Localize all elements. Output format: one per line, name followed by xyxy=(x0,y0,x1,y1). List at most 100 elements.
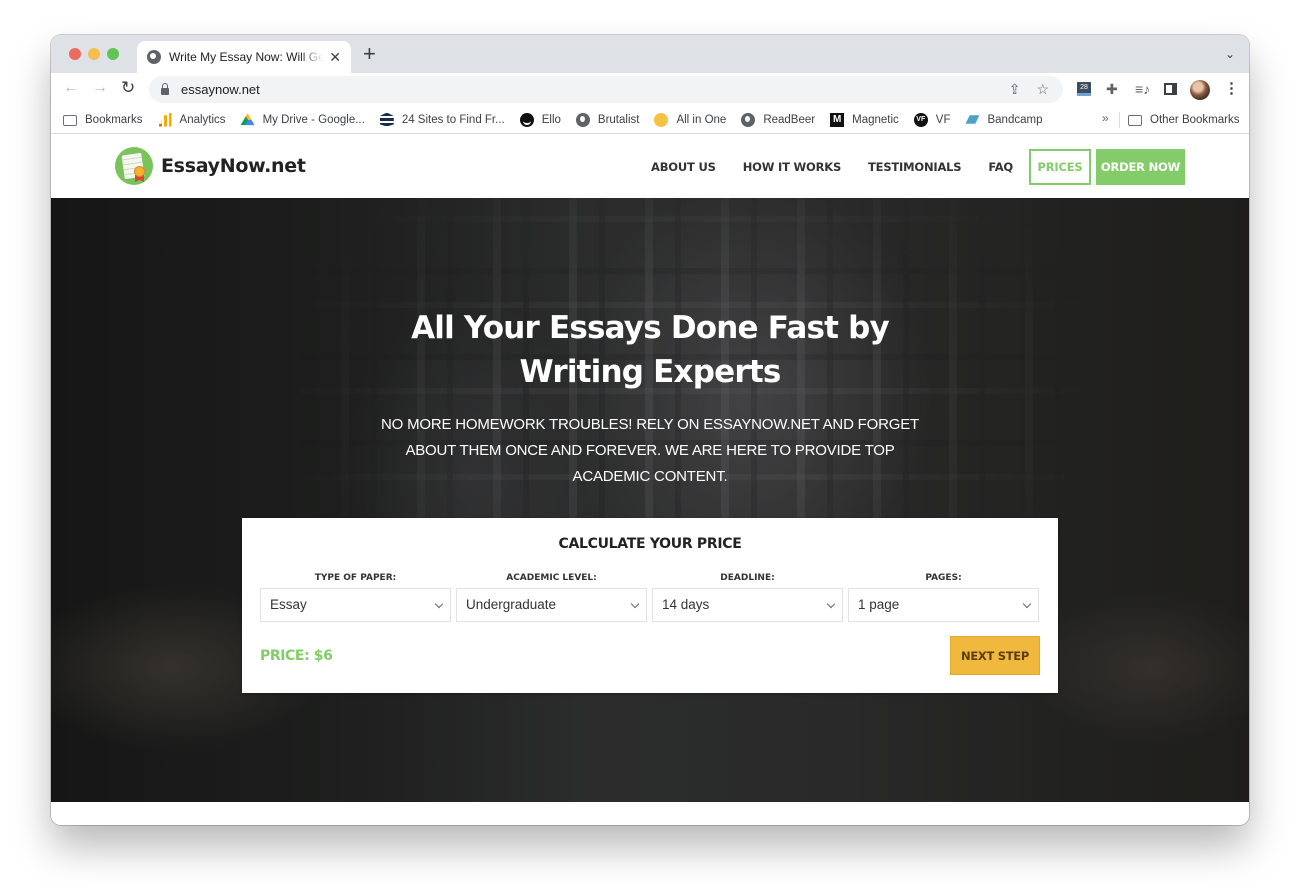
bookmark-label: 24 Sites to Find Fr... xyxy=(401,113,505,126)
price-display: PRICE: $6 xyxy=(260,648,333,664)
stack-icon xyxy=(379,112,394,127)
tab-search-chevron-icon[interactable]: ⌄ xyxy=(1225,47,1235,61)
url-text[interactable]: essaynow.net xyxy=(181,82,260,97)
field-label: ACADEMIC LEVEL: xyxy=(506,573,597,583)
browser-toolbar: ← → ↻ essaynow.net ⇪ ☆ 28 ✚ ≡♪ ⋮ xyxy=(51,73,1249,106)
bookmark-24-sites[interactable]: 24 Sites to Find Fr... xyxy=(379,112,505,127)
nav-how-it-works[interactable]: HOW IT WORKS xyxy=(743,160,842,174)
tab-title: Write My Essay Now: Will Get an A+ xyxy=(169,50,324,64)
field-label: TYPE OF PAPER: xyxy=(314,573,397,583)
bookmarks-bar: Bookmarks Analytics My Drive - Google...… xyxy=(51,106,1249,134)
more-menu-icon[interactable]: ⋮ xyxy=(1224,79,1239,97)
calendar-extension-icon[interactable]: 28 xyxy=(1077,82,1091,96)
bookmark-bandcamp[interactable]: Bandcamp xyxy=(965,113,1042,127)
select-value: 1 page xyxy=(858,597,900,612)
select-value: Undergraduate xyxy=(466,597,557,612)
media-control-icon[interactable]: ≡♪ xyxy=(1135,81,1150,97)
bookmark-all-in-one[interactable]: All in One xyxy=(654,112,727,127)
share-icon[interactable]: ⇪ xyxy=(1009,81,1021,98)
reload-icon[interactable]: ↻ xyxy=(121,78,135,98)
side-panel-icon[interactable] xyxy=(1164,83,1177,95)
hero-section: All Your Essays Done Fast by Writing Exp… xyxy=(51,198,1249,802)
bookmark-label: Bookmarks xyxy=(85,113,143,126)
back-arrow-icon[interactable]: ← xyxy=(63,79,79,97)
new-tab-button[interactable]: + xyxy=(363,43,376,65)
bookmark-analytics[interactable]: Analytics xyxy=(157,112,226,127)
bookmark-bookmarks[interactable]: Bookmarks xyxy=(63,114,143,126)
academic-level-select[interactable]: Undergraduate xyxy=(456,588,647,622)
all-in-one-icon xyxy=(654,112,669,127)
calculator-fields: TYPE OF PAPER: Essay ACADEMIC LEVEL: Und… xyxy=(260,573,1039,622)
site-logo[interactable]: EssayNow.net xyxy=(115,147,306,185)
chevron-down-icon xyxy=(630,599,640,609)
bandcamp-icon xyxy=(965,115,980,124)
select-value: 14 days xyxy=(662,597,710,612)
next-step-button[interactable]: NEXT STEP xyxy=(950,636,1040,675)
site-header: EssayNow.net ABOUT US HOW IT WORKS TESTI… xyxy=(51,135,1249,198)
close-tab-icon[interactable]: ✕ xyxy=(329,49,341,66)
forward-arrow-icon[interactable]: → xyxy=(92,79,108,97)
price-calculator: CALCULATE YOUR PRICE TYPE OF PAPER: Essa… xyxy=(242,518,1058,693)
extensions-puzzle-icon[interactable]: ✚ xyxy=(1106,81,1118,98)
bookmarks-divider xyxy=(1119,112,1120,128)
maximize-window-button[interactable] xyxy=(107,48,119,60)
browser-tab-active[interactable]: Write My Essay Now: Will Get an A+ ✕ xyxy=(137,41,351,73)
globe-icon xyxy=(147,50,161,64)
logo-text: EssayNow.net xyxy=(161,155,306,177)
bookmark-label: Analytics xyxy=(179,113,226,126)
bookmark-label: All in One xyxy=(676,113,727,126)
prices-button[interactable]: PRICES xyxy=(1029,149,1091,185)
hero-title: All Your Essays Done Fast by Writing Exp… xyxy=(51,306,1249,394)
folder-icon xyxy=(63,114,77,126)
field-type-of-paper: TYPE OF PAPER: Essay xyxy=(260,573,451,622)
field-academic-level: ACADEMIC LEVEL: Undergraduate xyxy=(456,573,647,622)
bookmark-brutalist[interactable]: Brutalist xyxy=(575,112,639,127)
bookmark-label: Other Bookmarks xyxy=(1150,114,1240,126)
order-now-button[interactable]: ORDER NOW xyxy=(1096,149,1185,185)
more-bookmarks-button[interactable]: » xyxy=(1102,111,1109,125)
close-window-button[interactable] xyxy=(69,48,81,60)
nav-faq[interactable]: FAQ xyxy=(988,160,1013,174)
field-deadline: DEADLINE: 14 days xyxy=(652,573,843,622)
analytics-icon xyxy=(157,112,172,127)
hero-title-line-2: Writing Experts xyxy=(519,354,781,390)
type-of-paper-select[interactable]: Essay xyxy=(260,588,451,622)
magnetic-icon: M xyxy=(830,112,845,127)
page-bottom-strip xyxy=(51,802,1249,825)
bookmark-label: Magnetic xyxy=(852,113,899,126)
bookmark-label: Bandcamp xyxy=(987,113,1043,126)
deadline-select[interactable]: 14 days xyxy=(652,588,843,622)
globe-icon xyxy=(575,112,590,127)
nav-about-us[interactable]: ABOUT US xyxy=(651,160,716,174)
bookmark-star-icon[interactable]: ☆ xyxy=(1036,81,1049,98)
ello-icon xyxy=(519,112,534,127)
chevron-down-icon xyxy=(1022,599,1032,609)
pages-select[interactable]: 1 page xyxy=(848,588,1039,622)
bookmark-label: VF xyxy=(935,113,951,126)
folder-icon xyxy=(1128,115,1142,126)
main-nav: ABOUT US HOW IT WORKS TESTIMONIALS FAQ P… xyxy=(651,149,1185,185)
bookmark-label: Ello xyxy=(541,113,561,126)
browser-window: Write My Essay Now: Will Get an A+ ✕ + ⌄… xyxy=(51,35,1249,825)
bookmark-other-bookmarks[interactable]: Other Bookmarks xyxy=(1128,106,1239,134)
tab-strip: Write My Essay Now: Will Get an A+ ✕ + ⌄ xyxy=(51,35,1249,73)
google-drive-icon xyxy=(240,113,255,126)
nav-testimonials[interactable]: TESTIMONIALS xyxy=(868,160,962,174)
calculator-title: CALCULATE YOUR PRICE xyxy=(558,536,742,552)
profile-avatar[interactable] xyxy=(1190,80,1210,100)
hero-subtitle: NO MORE HOMEWORK TROUBLES! RELY ON ESSAY… xyxy=(381,416,919,485)
chevron-down-icon xyxy=(826,599,836,609)
bookmark-magnetic[interactable]: M Magnetic xyxy=(830,112,899,127)
globe-icon xyxy=(741,112,756,127)
bookmark-ello[interactable]: Ello xyxy=(519,112,561,127)
field-pages: PAGES: 1 page xyxy=(848,573,1039,622)
minimize-window-button[interactable] xyxy=(88,48,100,60)
address-bar[interactable]: essaynow.net ⇪ ☆ xyxy=(149,76,1063,103)
logo-certificate-icon xyxy=(115,147,153,185)
hero-title-line-1: All Your Essays Done Fast by xyxy=(411,310,890,346)
bookmark-vf[interactable]: VF VF xyxy=(913,112,951,127)
vf-icon: VF xyxy=(913,112,928,127)
bookmark-readbeer[interactable]: ReadBeer xyxy=(741,112,815,127)
bookmark-my-drive[interactable]: My Drive - Google... xyxy=(240,113,365,127)
lock-icon xyxy=(161,82,169,95)
